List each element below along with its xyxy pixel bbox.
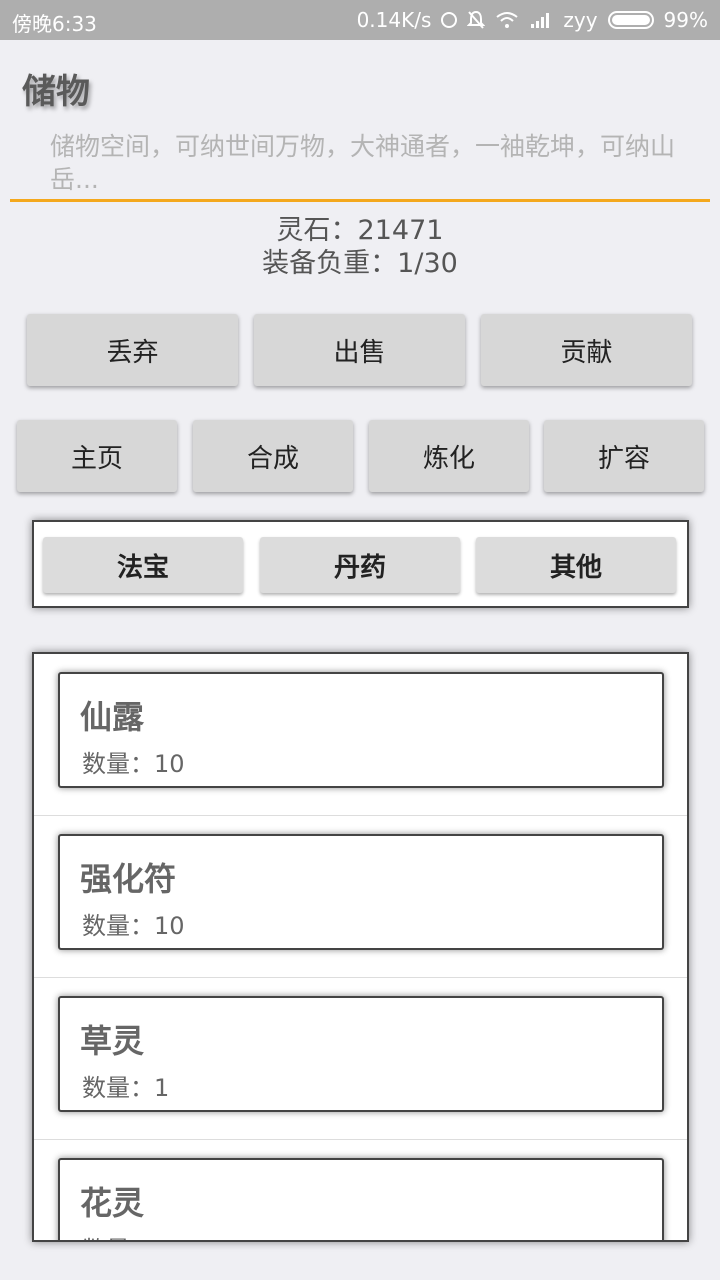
category-tab-panel: 法宝 丹药 其他 — [32, 520, 689, 608]
signal-icon — [529, 11, 553, 29]
item-quantity: 数量：1 — [82, 1074, 170, 1102]
battery-icon — [607, 11, 654, 29]
status-right-group: 0.14K/s zyy 99% — [357, 8, 708, 32]
wifi-icon — [495, 11, 519, 29]
item-card: 强化符 数量：10 — [58, 834, 664, 950]
item-name: 花灵 — [80, 1184, 145, 1222]
list-item[interactable]: 花灵 数量：2 — [34, 1140, 687, 1240]
status-bar: 傍晚6:33 0.14K/s zyy 99% — [0, 0, 720, 40]
network-speed: 0.14K/s — [356, 8, 432, 32]
item-name: 仙露 — [80, 698, 145, 736]
item-card: 仙露 数量：10 — [58, 672, 664, 788]
spirit-stones-count: 灵石：21471 — [276, 215, 444, 246]
sell-button[interactable]: 出售 — [254, 314, 465, 386]
list-item[interactable]: 草灵 数量：1 — [34, 978, 687, 1140]
item-name: 强化符 — [80, 860, 177, 898]
list-item[interactable]: 仙露 数量：10 — [34, 654, 687, 816]
item-card: 草灵 数量：1 — [58, 996, 664, 1112]
item-quantity: 数量：10 — [82, 912, 185, 940]
bell-off-icon — [467, 10, 486, 30]
battery-level: 99% — [663, 8, 708, 32]
synthesize-button[interactable]: 合成 — [193, 420, 353, 492]
page-title: 储物 — [22, 72, 90, 112]
item-card: 花灵 数量：2 — [58, 1158, 664, 1240]
tab-pill[interactable]: 丹药 — [260, 537, 460, 593]
equipment-load: 装备负重：1/30 — [262, 248, 458, 279]
stats-block: 灵石：21471 装备负重：1/30 — [0, 214, 720, 280]
discard-button[interactable]: 丢弃 — [27, 314, 238, 386]
status-time: 傍晚6:33 — [12, 12, 97, 36]
list-item[interactable]: 强化符 数量：10 — [34, 816, 687, 978]
sync-icon — [441, 12, 458, 28]
tab-other[interactable]: 其他 — [476, 537, 676, 593]
item-quantity: 数量：2 — [82, 1230, 169, 1240]
item-list[interactable]: 仙露 数量：10 强化符 数量：10 草灵 数量：1 花灵 数量：2 — [32, 652, 689, 1242]
carrier-name: zyy — [563, 8, 598, 32]
expand-button[interactable]: 扩容 — [544, 420, 704, 492]
home-button[interactable]: 主页 — [17, 420, 177, 492]
item-quantity: 数量：10 — [82, 750, 185, 778]
description-placeholder: 储物空间，可纳世间万物，大神通者，一袖乾坤，可纳山岳... — [50, 132, 676, 194]
item-name: 草灵 — [80, 1022, 145, 1060]
tab-treasure[interactable]: 法宝 — [43, 537, 243, 593]
contribute-button[interactable]: 贡献 — [481, 314, 692, 386]
refine-button[interactable]: 炼化 — [369, 420, 529, 492]
description-input[interactable]: 储物空间，可纳世间万物，大神通者，一袖乾坤，可纳山岳... — [10, 124, 710, 202]
